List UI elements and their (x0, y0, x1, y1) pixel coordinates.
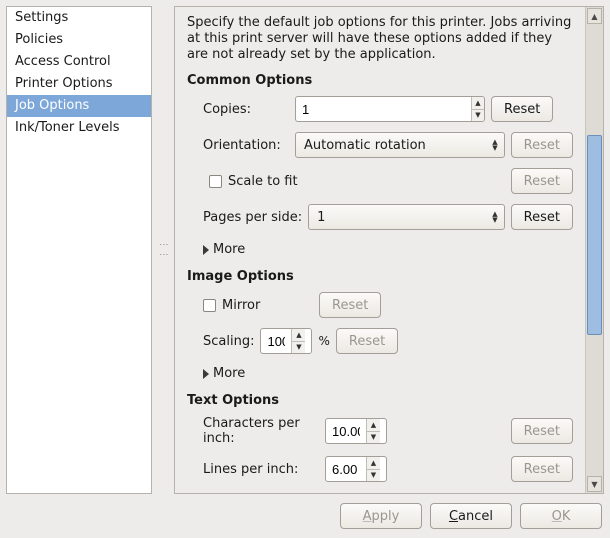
sidebar-item-printer-options[interactable]: Printer Options (7, 73, 151, 95)
sidebar-item-policies[interactable]: Policies (7, 29, 151, 51)
scroll-thumb[interactable] (587, 135, 602, 335)
mirror-reset-button[interactable]: Reset (319, 292, 381, 318)
spin-up-icon[interactable]: ▲ (292, 329, 305, 342)
scale-to-fit-reset-button[interactable]: Reset (511, 168, 573, 194)
mirror-label: Mirror (222, 298, 260, 313)
scaling-reset-button[interactable]: Reset (336, 328, 398, 354)
scale-to-fit-checkbox[interactable]: Scale to fit (209, 174, 298, 189)
triangle-right-icon (203, 245, 209, 255)
image-more-label: More (213, 366, 245, 381)
category-sidebar[interactable]: Settings Policies Access Control Printer… (6, 6, 152, 494)
orientation-reset-button[interactable]: Reset (511, 132, 573, 158)
scroll-down-icon[interactable]: ▼ (587, 476, 602, 492)
spin-down-icon[interactable]: ▼ (367, 470, 380, 482)
content-frame: Specify the default job options for this… (174, 6, 604, 494)
pages-per-side-select[interactable]: 1 ▲▼ (308, 204, 505, 230)
spin-up-icon[interactable]: ▲ (367, 457, 380, 470)
copies-reset-button[interactable]: Reset (491, 96, 553, 122)
updown-icon: ▲▼ (492, 140, 497, 151)
copies-input[interactable] (296, 97, 471, 121)
sidebar-item-access-control[interactable]: Access Control (7, 51, 151, 73)
cpi-label: Characters per inch: (203, 416, 319, 446)
scaling-label: Scaling: (203, 334, 254, 349)
sidebar-item-job-options[interactable]: Job Options (7, 95, 151, 117)
cancel-button[interactable]: Cancel (430, 503, 512, 529)
spin-down-icon[interactable]: ▼ (472, 110, 484, 122)
scaling-spinner[interactable]: ▲▼ (260, 328, 312, 354)
spin-up-icon[interactable]: ▲ (472, 97, 484, 110)
lpi-spinner[interactable]: ▲▼ (325, 456, 387, 482)
pages-per-side-reset-button[interactable]: Reset (511, 204, 573, 230)
section-title-image: Image Options (187, 269, 573, 284)
spin-down-icon[interactable]: ▼ (367, 432, 380, 444)
copies-label: Copies: (203, 102, 289, 117)
cpi-input[interactable] (326, 419, 366, 443)
triangle-right-icon (203, 369, 209, 379)
pane-splitter[interactable]: ⋮⋮ (158, 230, 168, 270)
dialog-footer: Apply Cancel OK (6, 494, 604, 532)
intro-text: Specify the default job options for this… (187, 15, 573, 63)
checkbox-icon (203, 299, 216, 312)
sidebar-item-settings[interactable]: Settings (7, 7, 151, 29)
apply-button[interactable]: Apply (340, 503, 422, 529)
spin-down-icon[interactable]: ▼ (292, 342, 305, 354)
lpi-label: Lines per inch: (203, 462, 319, 477)
common-more-label: More (213, 242, 245, 257)
scaling-input[interactable] (261, 329, 291, 353)
scaling-suffix: % (318, 334, 329, 348)
common-more-expander[interactable]: More (203, 242, 245, 257)
pages-per-side-label: Pages per side: (203, 210, 302, 225)
scroll-up-icon[interactable]: ▲ (587, 8, 602, 24)
spin-up-icon[interactable]: ▲ (367, 419, 380, 432)
orientation-select[interactable]: Automatic rotation ▲▼ (295, 132, 505, 158)
copies-spinner[interactable]: ▲▼ (295, 96, 485, 122)
lpi-reset-button[interactable]: Reset (511, 456, 573, 482)
scroll-track[interactable] (587, 25, 602, 475)
updown-icon: ▲▼ (492, 212, 497, 223)
section-title-common: Common Options (187, 73, 573, 88)
orientation-value: Automatic rotation (304, 138, 486, 153)
cpi-spinner[interactable]: ▲▼ (325, 418, 387, 444)
sidebar-item-ink-toner-levels[interactable]: Ink/Toner Levels (7, 117, 151, 139)
section-title-text: Text Options (187, 393, 573, 408)
content-scroll-area: Specify the default job options for this… (175, 7, 585, 493)
cpi-reset-button[interactable]: Reset (511, 418, 573, 444)
orientation-label: Orientation: (203, 138, 289, 153)
scale-to-fit-label: Scale to fit (228, 174, 298, 189)
mirror-checkbox[interactable]: Mirror (203, 298, 313, 313)
ok-button[interactable]: OK (520, 503, 602, 529)
vertical-scrollbar[interactable]: ▲ ▼ (585, 7, 603, 493)
pages-per-side-value: 1 (317, 210, 486, 225)
checkbox-icon (209, 175, 222, 188)
lpi-input[interactable] (326, 457, 366, 481)
image-more-expander[interactable]: More (203, 366, 245, 381)
